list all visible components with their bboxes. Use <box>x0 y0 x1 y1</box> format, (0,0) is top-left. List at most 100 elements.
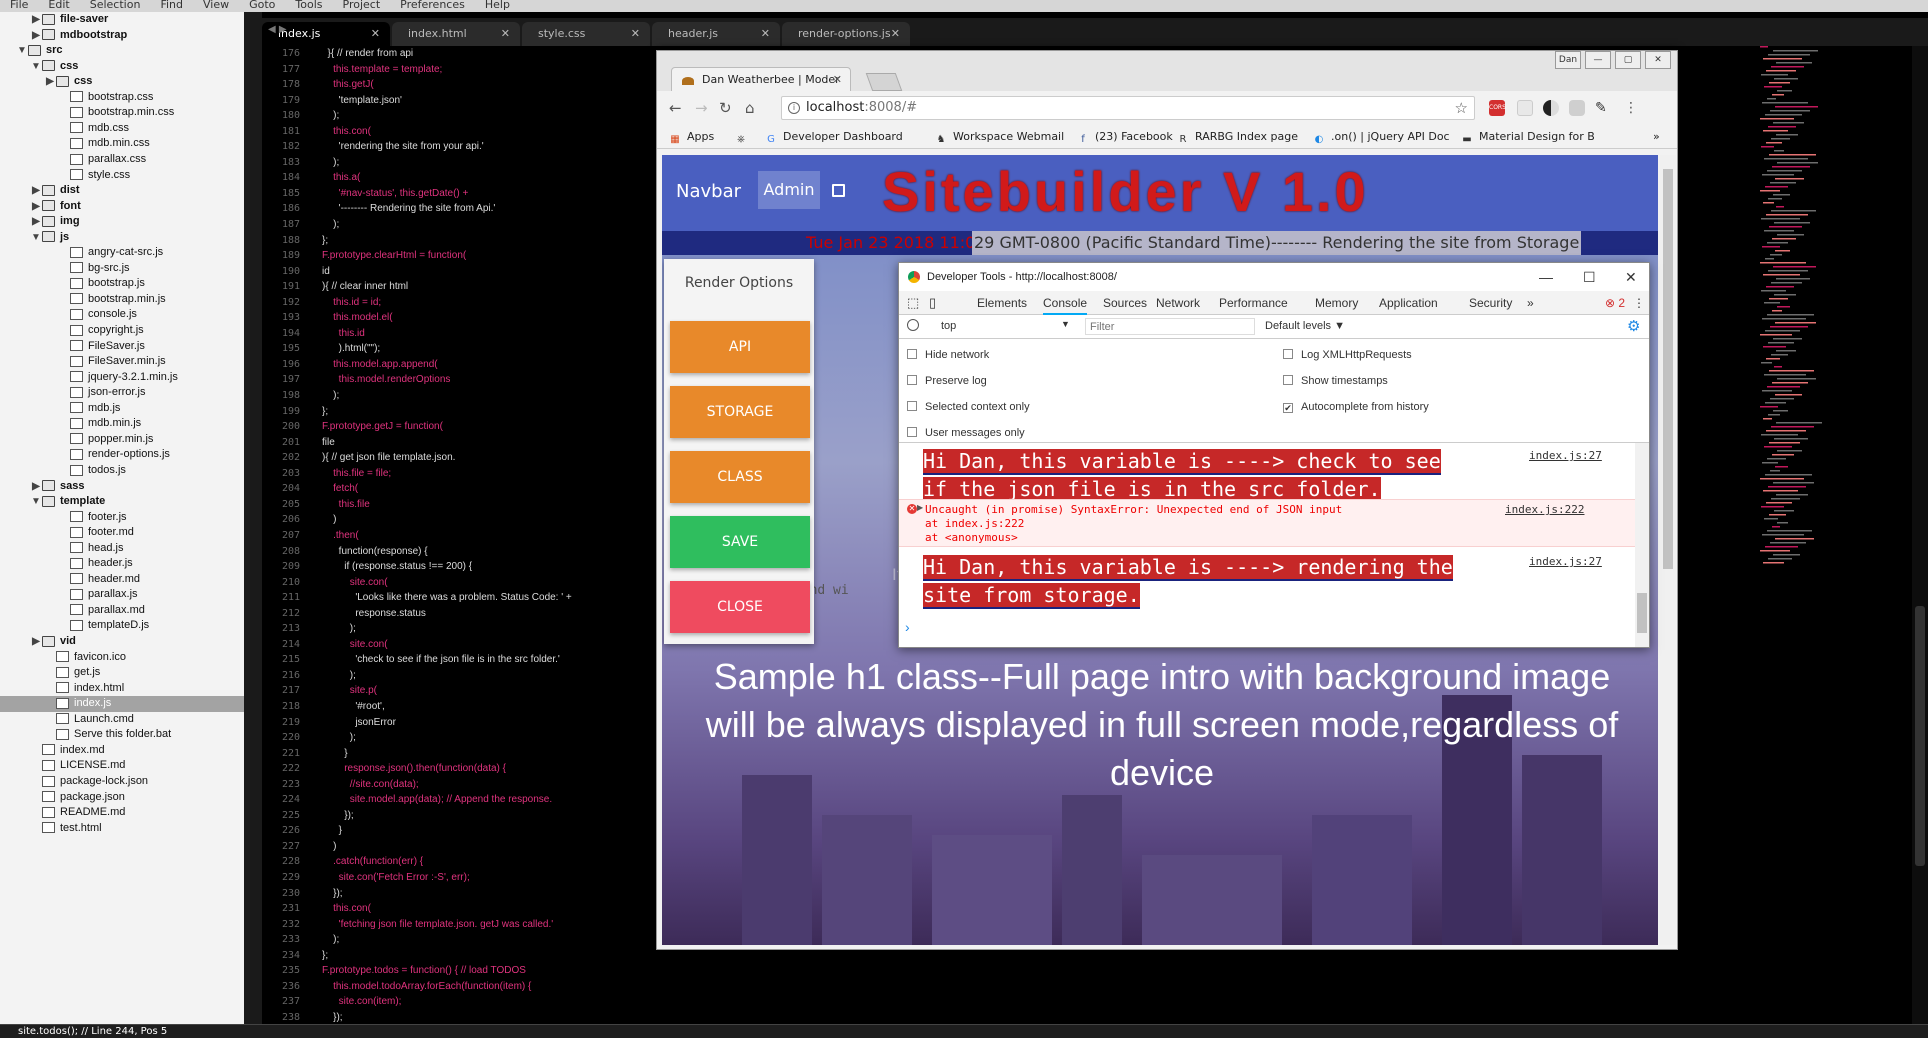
close-button[interactable]: CLOSE <box>670 581 810 633</box>
tree-file[interactable]: index.md <box>0 743 244 759</box>
console-output[interactable]: Hi Dan, this variable is ----> check to … <box>899 443 1649 647</box>
admin-nav-link[interactable]: Admin <box>758 171 820 209</box>
bookmark-item[interactable]: ⎈ <box>735 125 753 149</box>
tree-folder[interactable]: ▶ css <box>0 74 244 90</box>
menu-item[interactable]: Help <box>475 0 520 12</box>
error-stack-line[interactable]: at index.js:222 <box>925 517 1342 531</box>
console-option[interactable]: User messages only <box>907 426 1025 440</box>
console-prompt[interactable]: › <box>905 619 910 635</box>
checkbox[interactable] <box>1283 375 1293 385</box>
tree-folder[interactable]: ▼ src <box>0 43 244 59</box>
code-line[interactable]: }; <box>322 948 662 964</box>
code-line[interactable]: ); <box>322 668 662 684</box>
menu-item[interactable]: Project <box>333 0 391 12</box>
menu-item[interactable]: Goto <box>239 0 285 12</box>
tree-folder[interactable]: ▶ dist <box>0 183 244 199</box>
code-line[interactable]: this.id <box>322 326 662 342</box>
code-line[interactable]: 'Looks like there was a problem. Status … <box>322 590 662 606</box>
tree-file[interactable]: package.json <box>0 790 244 806</box>
code-line[interactable]: } <box>322 823 662 839</box>
code-line[interactable]: this.model.el( <box>322 310 662 326</box>
code-line[interactable]: this.file <box>322 497 662 513</box>
dark-mode-extension-icon[interactable] <box>1543 100 1559 116</box>
more-tabs-icon[interactable]: » <box>1527 291 1534 315</box>
minimize-icon[interactable]: — <box>1539 263 1553 291</box>
back-arrow-icon[interactable]: ← <box>669 99 682 117</box>
code-line[interactable]: jsonError <box>322 715 662 731</box>
shield-extension-icon[interactable] <box>1569 100 1585 116</box>
class-button[interactable]: CLASS <box>670 451 810 503</box>
devtools-tab-application[interactable]: Application <box>1379 291 1438 315</box>
close-tab-icon[interactable]: ✕ <box>891 22 900 46</box>
chevron-right-icon[interactable]: ▶ <box>30 634 42 650</box>
info-icon[interactable]: i <box>788 102 800 114</box>
maximize-icon[interactable]: ☐ <box>1583 263 1596 291</box>
chevron-down-icon[interactable]: ▼ <box>30 230 42 246</box>
save-button[interactable]: SAVE <box>670 516 810 568</box>
tree-file[interactable]: mdb.min.js <box>0 416 244 432</box>
expand-triangle-icon[interactable]: ▶ <box>917 503 923 512</box>
checkbox[interactable] <box>907 349 917 359</box>
tree-file[interactable]: FileSaver.js <box>0 339 244 355</box>
code-line[interactable]: ); <box>322 108 662 124</box>
code-line[interactable]: ); <box>322 155 662 171</box>
code-line[interactable]: this.a( <box>322 170 662 186</box>
tree-file[interactable]: footer.md <box>0 525 244 541</box>
editor-tab[interactable]: render-options.js ✕ <box>782 22 910 46</box>
file-tree-sidebar[interactable]: ▶ file-saver ▶ mdbootstrap ▼ src ▼ css ▶ css boots… <box>0 12 244 1024</box>
editor-tab[interactable]: style.css ✕ <box>522 22 650 46</box>
browser-tab[interactable]: Dan Weatherbee | Moder ✕ <box>671 67 851 93</box>
console-option[interactable]: Show timestamps <box>1283 374 1388 388</box>
code-line[interactable]: this.file = file; <box>322 466 662 482</box>
tree-file[interactable]: index.js <box>0 696 244 712</box>
tree-file[interactable]: index.html <box>0 681 244 697</box>
tree-file[interactable]: get.js <box>0 665 244 681</box>
code-line[interactable]: this.model.todoArray.forEach(function(it… <box>322 979 662 995</box>
code-line[interactable]: 'template.json' <box>322 93 662 109</box>
source-link[interactable]: index.js:222 <box>1505 503 1584 516</box>
code-line[interactable]: 'fetching json file template.json. getJ … <box>322 917 662 933</box>
tree-file[interactable]: Launch.cmd <box>0 712 244 728</box>
code-line[interactable]: '#nav-status', this.getDate() + <box>322 186 662 202</box>
code-line[interactable]: '-------- Rendering the site from Api.' <box>322 201 662 217</box>
code-line[interactable]: site.con('Fetch Error :-S', err); <box>322 870 662 886</box>
checkbox[interactable]: ✔ <box>1283 403 1293 413</box>
close-tab-icon[interactable]: ✕ <box>631 22 640 46</box>
context-select[interactable]: top <box>941 320 956 332</box>
tree-file[interactable]: header.js <box>0 556 244 572</box>
code-line[interactable]: this.model.renderOptions <box>322 372 662 388</box>
reload-icon[interactable]: ↻ <box>719 99 732 117</box>
code-line[interactable]: ); <box>322 621 662 637</box>
tree-file[interactable]: head.js <box>0 541 244 557</box>
chevron-right-icon[interactable]: ▶ <box>30 12 42 28</box>
console-option[interactable]: Hide network <box>907 348 989 362</box>
api-button[interactable]: API <box>670 321 810 373</box>
console-option[interactable]: Log XMLHttpRequests <box>1283 348 1412 362</box>
forward-arrow-icon[interactable]: → <box>695 99 708 117</box>
code-line[interactable]: .catch(function(err) { <box>322 854 662 870</box>
tree-file[interactable]: mdb.js <box>0 401 244 417</box>
navbar-brand[interactable]: Navbar <box>676 181 741 202</box>
editor-tab[interactable]: header.js ✕ <box>652 22 780 46</box>
minimize-icon[interactable]: — <box>1585 51 1611 69</box>
code-line[interactable]: //site.con(data); <box>322 777 662 793</box>
menu-item[interactable]: Edit <box>38 0 79 12</box>
code-line[interactable]: }); <box>322 808 662 824</box>
tree-folder[interactable]: ▼ js <box>0 230 244 246</box>
code-line[interactable]: }); <box>322 886 662 902</box>
code-editor[interactable]: }{ // render from api this.template = te… <box>322 46 662 1024</box>
devtools-tab-console[interactable]: Console <box>1043 291 1088 315</box>
menu-item[interactable]: File <box>0 0 38 12</box>
devtools-tab-sources[interactable]: Sources <box>1103 291 1147 315</box>
tree-file[interactable]: render-options.js <box>0 447 244 463</box>
tree-file[interactable]: footer.js <box>0 510 244 526</box>
bookmark-item[interactable]: R RARBG Index page <box>1177 125 1298 149</box>
chevron-right-icon[interactable]: ▶ <box>30 183 42 199</box>
code-line[interactable]: F.prototype.getJ = function( <box>322 419 662 435</box>
menu-item[interactable]: Tools <box>285 0 332 12</box>
code-line[interactable]: response.json().then(function(data) { <box>322 761 662 777</box>
profile-button[interactable]: Dan <box>1555 51 1581 69</box>
home-icon[interactable]: ⌂ <box>745 99 755 117</box>
scrollbar-thumb[interactable] <box>1663 169 1673 569</box>
more-bookmarks-icon[interactable]: » <box>1653 125 1660 149</box>
